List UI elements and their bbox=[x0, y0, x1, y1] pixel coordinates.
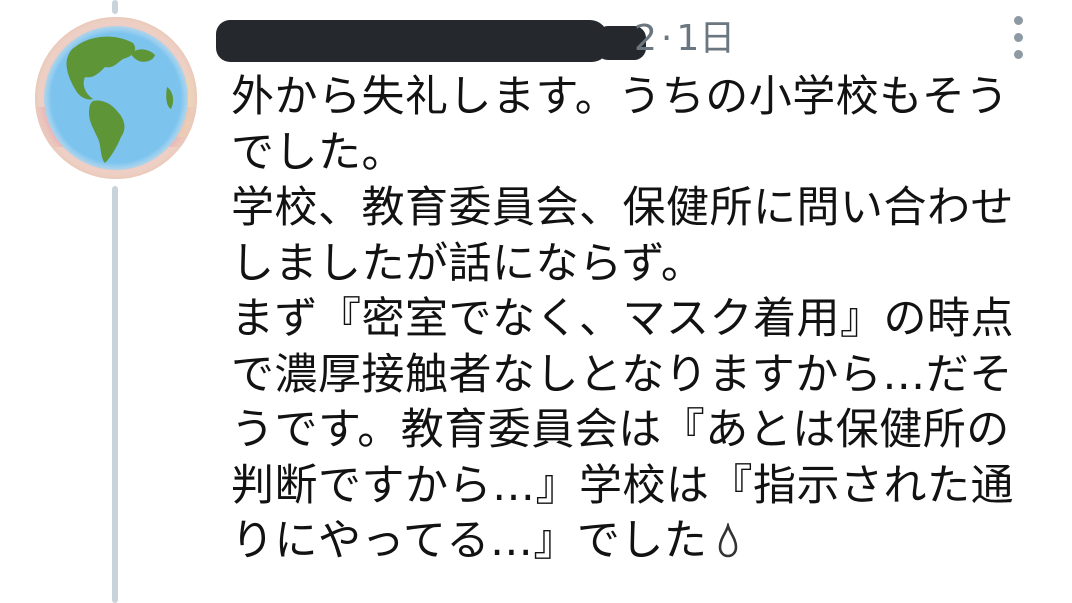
reply-line: しましたが話にならず。 bbox=[231, 238, 705, 289]
more-options-icon[interactable] bbox=[1008, 16, 1030, 60]
earth-globe-icon bbox=[35, 17, 197, 179]
reply-line-text: りにやってる…』でした bbox=[231, 516, 708, 566]
timestamp-separator: · bbox=[660, 18, 673, 59]
thread-line-top bbox=[112, 0, 118, 14]
reply-line: 判断ですから…』学校は『指示された通 bbox=[231, 460, 1014, 511]
timestamp-prefix: 2 bbox=[634, 18, 657, 59]
reply-header: 2 · 1日 bbox=[216, 14, 776, 64]
reply-line: 外から失礼します。うちの小学校もそう bbox=[231, 72, 1009, 122]
reply-line: でした。 bbox=[231, 127, 405, 178]
avatar[interactable] bbox=[35, 17, 197, 179]
reply-text: 外から失礼します。うちの小学校もそう でした。 学校、教育委員会、保健所に問い合… bbox=[231, 70, 1051, 570]
reply-line: うです。教育委員会は『あとは保健所の bbox=[231, 405, 1010, 455]
timestamp[interactable]: 2 · 1日 bbox=[634, 14, 735, 64]
reply-line-last: りにやってる…』でした bbox=[231, 514, 1051, 570]
reply-line: で濃厚接触者なしとなりますから…だそ bbox=[231, 349, 1013, 400]
redacted-username bbox=[216, 20, 608, 62]
reply-line: まず『密室でなく、マスク着用』の時点 bbox=[231, 294, 1014, 344]
droplet-icon bbox=[717, 518, 739, 574]
timestamp-ago: 1日 bbox=[676, 18, 736, 59]
reply-line: 学校、教育委員会、保健所に問い合わせ bbox=[231, 183, 1014, 233]
thread-line bbox=[112, 186, 118, 603]
